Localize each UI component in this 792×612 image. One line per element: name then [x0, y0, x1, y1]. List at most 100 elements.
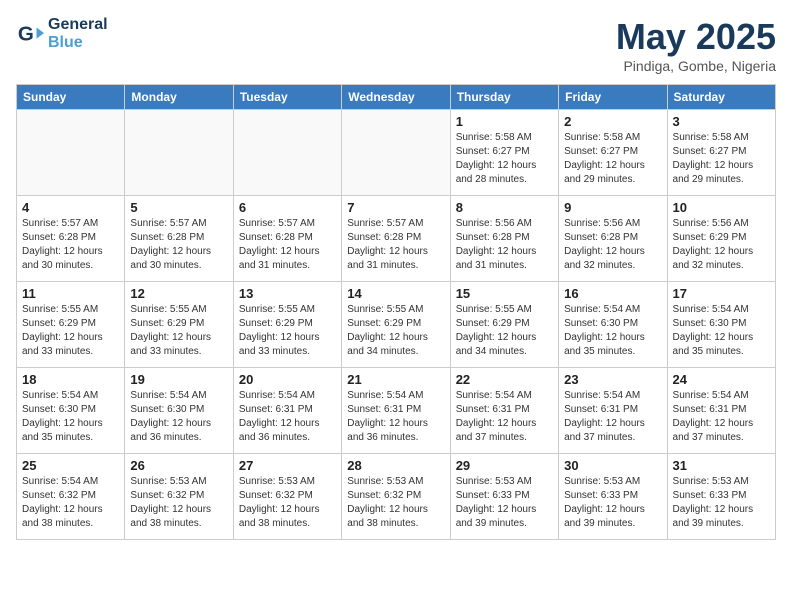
day-number: 19: [130, 372, 227, 387]
calendar-week-4: 18 Sunrise: 5:54 AM Sunset: 6:30 PM Dayli…: [17, 368, 776, 454]
calendar-cell: 15 Sunrise: 5:55 AM Sunset: 6:29 PM Dayli…: [450, 282, 558, 368]
day-info: Sunrise: 5:58 AM Sunset: 6:27 PM Dayligh…: [673, 131, 770, 187]
day-info: Sunrise: 5:55 AM Sunset: 6:29 PM Dayligh…: [239, 303, 336, 359]
day-number: 13: [239, 286, 336, 301]
calendar-cell: 23Sunrise: 5:54 AM Sunset: 6:31 PM Dayli…: [559, 368, 667, 454]
calendar-cell: 10Sunrise: 5:56 AM Sunset: 6:29 PM Dayli…: [667, 196, 775, 282]
day-number: 11: [22, 286, 119, 301]
calendar-cell: 6Sunrise: 5:57 AM Sunset: 6:28 PM Daylig…: [233, 196, 341, 282]
calendar-cell: 14Sunrise: 5:55 AM Sunset: 6:29 PM Dayli…: [342, 282, 450, 368]
weekday-header-saturday: Saturday: [667, 85, 775, 110]
day-number: 18: [22, 372, 119, 387]
logo-icon: G: [16, 20, 44, 48]
calendar-cell: 7 Sunrise: 5:57 AM Sunset: 6:28 PM Daylig…: [342, 196, 450, 282]
day-number: 9: [564, 200, 661, 215]
day-number: 7: [347, 200, 444, 215]
logo-general: General: [48, 16, 108, 34]
calendar-cell: 21Sunrise: 5:54 AM Sunset: 6:31 PM Dayli…: [342, 368, 450, 454]
location: Pindiga, Gombe, Nigeria: [616, 58, 776, 74]
calendar-cell: 22 Sunrise: 5:54 AM Sunset: 6:31 PM Dayli…: [450, 368, 558, 454]
day-info: Sunrise: 5:57 AM Sunset: 6:28 PM Dayligh…: [347, 217, 444, 273]
weekday-header-tuesday: Tuesday: [233, 85, 341, 110]
day-number: 26: [130, 458, 227, 473]
day-info: Sunrise: 5:56 AM Sunset: 6:28 PM Dayligh…: [564, 217, 661, 273]
calendar-cell: 25 Sunrise: 5:54 AM Sunset: 6:32 PM Dayli…: [17, 454, 125, 540]
logo-blue: Blue: [48, 34, 108, 52]
day-number: 12: [130, 286, 227, 301]
calendar-cell: 9 Sunrise: 5:56 AM Sunset: 6:28 PM Daylig…: [559, 196, 667, 282]
calendar-cell: 12 Sunrise: 5:55 AM Sunset: 6:29 PM Dayli…: [125, 282, 233, 368]
day-number: 24: [673, 372, 770, 387]
day-number: 27: [239, 458, 336, 473]
day-info: Sunrise: 5:55 AM Sunset: 6:29 PM Dayligh…: [130, 303, 227, 359]
day-number: 30: [564, 458, 661, 473]
calendar-cell: 30 Sunrise: 5:53 AM Sunset: 6:33 PM Dayli…: [559, 454, 667, 540]
day-number: 1: [456, 114, 553, 129]
day-info: Sunrise: 5:57 AM Sunset: 6:28 PM Dayligh…: [130, 217, 227, 273]
calendar-cell: 18 Sunrise: 5:54 AM Sunset: 6:30 PM Dayli…: [17, 368, 125, 454]
calendar-cell: 8Sunrise: 5:56 AM Sunset: 6:28 PM Daylig…: [450, 196, 558, 282]
day-info: Sunrise: 5:53 AM Sunset: 6:33 PM Dayligh…: [564, 475, 661, 531]
day-number: 15: [456, 286, 553, 301]
day-info: Sunrise: 5:53 AM Sunset: 6:33 PM Dayligh…: [673, 475, 770, 531]
day-info: Sunrise: 5:55 AM Sunset: 6:29 PM Dayligh…: [22, 303, 119, 359]
day-info: Sunrise: 5:57 AM Sunset: 6:28 PM Dayligh…: [22, 217, 119, 273]
weekday-header-friday: Friday: [559, 85, 667, 110]
day-number: 17: [673, 286, 770, 301]
day-info: Sunrise: 5:54 AM Sunset: 6:30 PM Dayligh…: [673, 303, 770, 359]
day-info: Sunrise: 5:56 AM Sunset: 6:29 PM Dayligh…: [673, 217, 770, 273]
calendar-cell: 16Sunrise: 5:54 AM Sunset: 6:30 PM Dayli…: [559, 282, 667, 368]
day-info: Sunrise: 5:54 AM Sunset: 6:30 PM Dayligh…: [22, 389, 119, 445]
day-number: 14: [347, 286, 444, 301]
weekday-header-monday: Monday: [125, 85, 233, 110]
day-info: Sunrise: 5:54 AM Sunset: 6:31 PM Dayligh…: [347, 389, 444, 445]
day-number: 20: [239, 372, 336, 387]
day-number: 28: [347, 458, 444, 473]
day-info: Sunrise: 5:58 AM Sunset: 6:27 PM Dayligh…: [456, 131, 553, 187]
svg-text:G: G: [18, 22, 34, 45]
day-info: Sunrise: 5:55 AM Sunset: 6:29 PM Dayligh…: [456, 303, 553, 359]
calendar-cell: [233, 110, 341, 196]
title-block: May 2025 Pindiga, Gombe, Nigeria: [616, 16, 776, 74]
calendar-cell: 27 Sunrise: 5:53 AM Sunset: 6:32 PM Dayli…: [233, 454, 341, 540]
day-number: 5: [130, 200, 227, 215]
day-info: Sunrise: 5:54 AM Sunset: 6:32 PM Dayligh…: [22, 475, 119, 531]
day-info: Sunrise: 5:53 AM Sunset: 6:32 PM Dayligh…: [130, 475, 227, 531]
calendar-cell: 11 Sunrise: 5:55 AM Sunset: 6:29 PM Dayli…: [17, 282, 125, 368]
calendar-week-3: 11 Sunrise: 5:55 AM Sunset: 6:29 PM Dayli…: [17, 282, 776, 368]
weekday-header-sunday: Sunday: [17, 85, 125, 110]
day-info: Sunrise: 5:54 AM Sunset: 6:31 PM Dayligh…: [456, 389, 553, 445]
day-info: Sunrise: 5:54 AM Sunset: 6:30 PM Dayligh…: [130, 389, 227, 445]
day-number: 29: [456, 458, 553, 473]
calendar-cell: 28Sunrise: 5:53 AM Sunset: 6:32 PM Dayli…: [342, 454, 450, 540]
calendar-week-1: 1 Sunrise: 5:58 AM Sunset: 6:27 PM Daylig…: [17, 110, 776, 196]
day-number: 4: [22, 200, 119, 215]
month-title: May 2025: [616, 16, 776, 58]
page-header: G General Blue May 2025 Pindiga, Gombe, …: [16, 16, 776, 74]
day-info: Sunrise: 5:54 AM Sunset: 6:31 PM Dayligh…: [239, 389, 336, 445]
day-number: 3: [673, 114, 770, 129]
day-number: 22: [456, 372, 553, 387]
day-number: 25: [22, 458, 119, 473]
calendar-table: SundayMondayTuesdayWednesdayThursdayFrid…: [16, 84, 776, 540]
calendar-cell: 1 Sunrise: 5:58 AM Sunset: 6:27 PM Daylig…: [450, 110, 558, 196]
day-info: Sunrise: 5:53 AM Sunset: 6:32 PM Dayligh…: [239, 475, 336, 531]
day-info: Sunrise: 5:56 AM Sunset: 6:28 PM Dayligh…: [456, 217, 553, 273]
calendar-cell: 19 Sunrise: 5:54 AM Sunset: 6:30 PM Dayli…: [125, 368, 233, 454]
day-info: Sunrise: 5:58 AM Sunset: 6:27 PM Dayligh…: [564, 131, 661, 187]
calendar-cell: 29 Sunrise: 5:53 AM Sunset: 6:33 PM Dayli…: [450, 454, 558, 540]
calendar-cell: [125, 110, 233, 196]
day-info: Sunrise: 5:57 AM Sunset: 6:28 PM Dayligh…: [239, 217, 336, 273]
calendar-week-5: 25 Sunrise: 5:54 AM Sunset: 6:32 PM Dayli…: [17, 454, 776, 540]
calendar-cell: 4 Sunrise: 5:57 AM Sunset: 6:28 PM Daylig…: [17, 196, 125, 282]
day-info: Sunrise: 5:54 AM Sunset: 6:31 PM Dayligh…: [673, 389, 770, 445]
day-info: Sunrise: 5:54 AM Sunset: 6:30 PM Dayligh…: [564, 303, 661, 359]
day-info: Sunrise: 5:53 AM Sunset: 6:33 PM Dayligh…: [456, 475, 553, 531]
calendar-cell: [17, 110, 125, 196]
weekday-header-wednesday: Wednesday: [342, 85, 450, 110]
calendar-cell: 13 Sunrise: 5:55 AM Sunset: 6:29 PM Dayli…: [233, 282, 341, 368]
calendar-cell: 20 Sunrise: 5:54 AM Sunset: 6:31 PM Dayli…: [233, 368, 341, 454]
day-info: Sunrise: 5:54 AM Sunset: 6:31 PM Dayligh…: [564, 389, 661, 445]
calendar-cell: [342, 110, 450, 196]
calendar-cell: 26 Sunrise: 5:53 AM Sunset: 6:32 PM Dayli…: [125, 454, 233, 540]
